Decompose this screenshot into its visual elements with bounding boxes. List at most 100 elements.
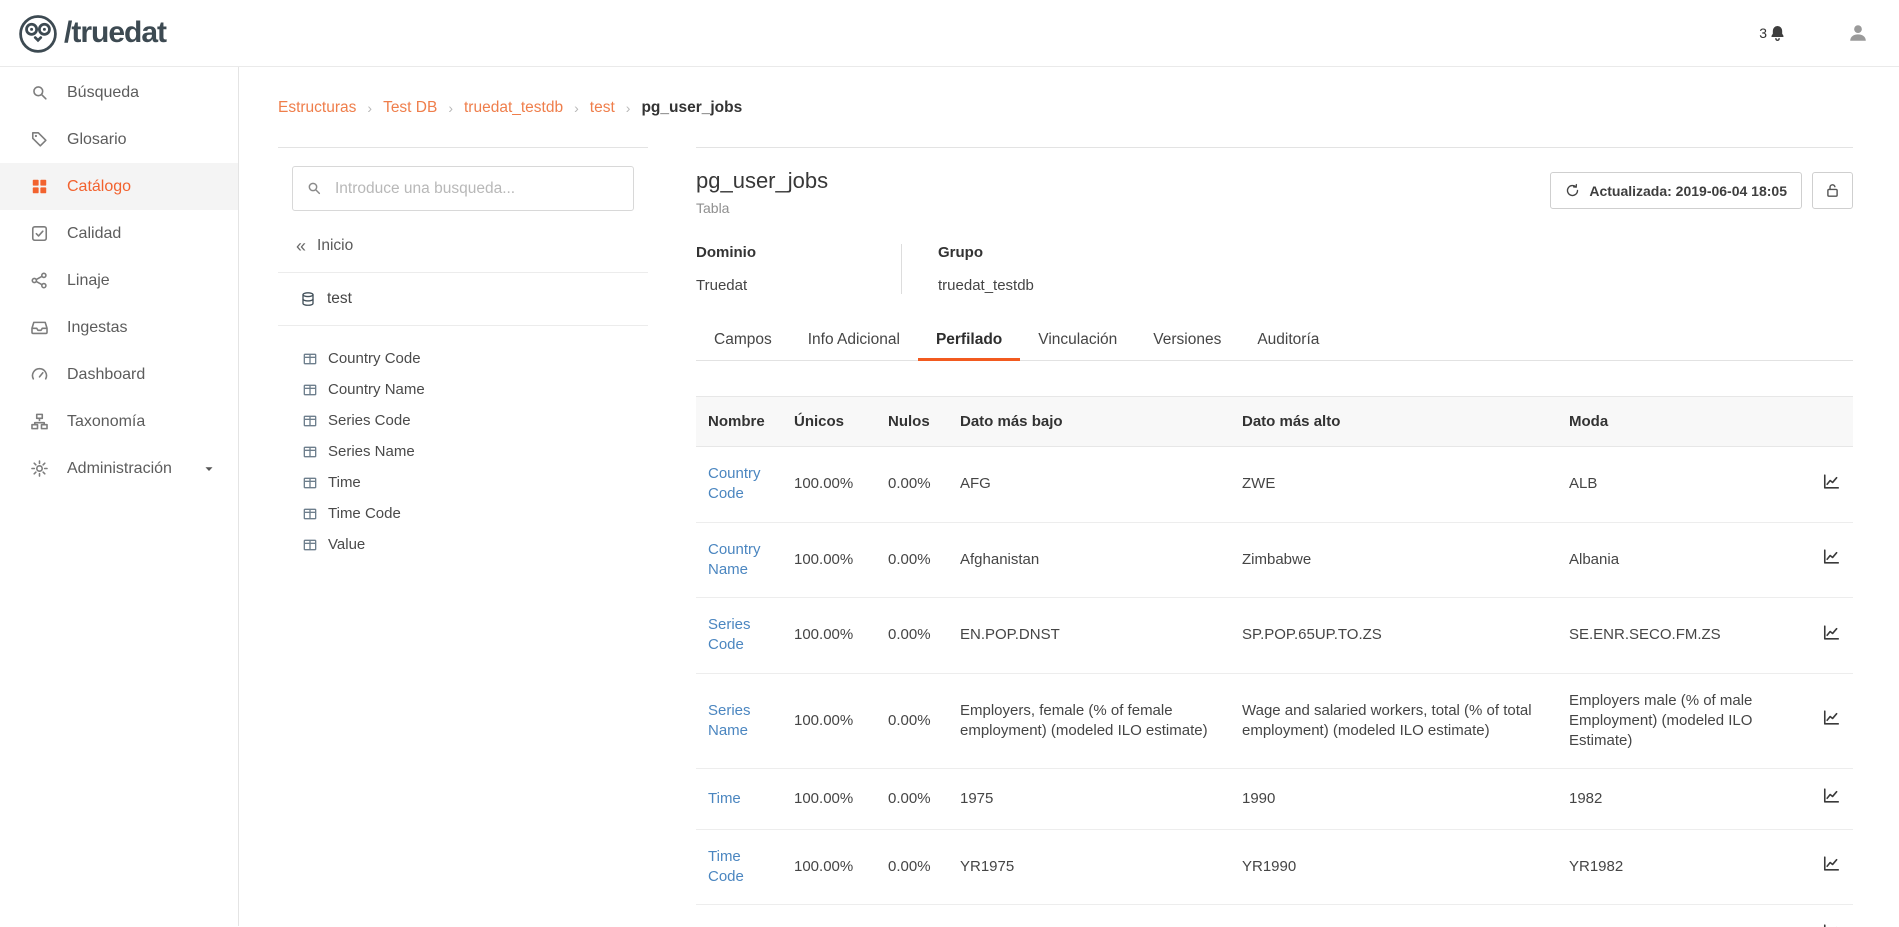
unique-pct: 67.47% <box>782 905 876 927</box>
field-link[interactable]: Time <box>708 790 741 807</box>
field-item-series-code[interactable]: Series Code <box>292 405 634 436</box>
structure-search-input[interactable] <box>292 166 634 211</box>
chart-line-icon[interactable] <box>1822 854 1841 873</box>
home-link-label: Inicio <box>317 237 353 255</box>
breadcrumb-link-estructuras[interactable]: Estructuras <box>278 99 356 117</box>
breadcrumb-link-test[interactable]: test <box>590 99 615 117</box>
chart-line-icon[interactable] <box>1822 623 1841 642</box>
column-header-nombre: Nombre <box>696 397 782 447</box>
unique-pct: 100.00% <box>782 447 876 523</box>
column-header-nulos: Nulos <box>876 397 948 447</box>
field-link[interactable]: Time Code <box>708 848 744 885</box>
sidebar-item-label: Administración <box>67 460 172 478</box>
lock-button[interactable] <box>1812 172 1853 209</box>
sidebar-item-calidad[interactable]: Calidad <box>0 210 238 257</box>
table-row: Country Name 100.00% 0.00% Afghanistan Z… <box>696 522 1853 598</box>
breadcrumb-separator: › <box>626 100 631 116</box>
unique-pct: 100.00% <box>782 598 876 674</box>
tab-info-adicional[interactable]: Info Adicional <box>790 320 918 360</box>
database-icon <box>300 291 316 307</box>
sidebar-item-label: Calidad <box>67 225 121 243</box>
notification-count: 3 <box>1759 25 1767 41</box>
field-item-time-code[interactable]: Time Code <box>292 498 634 529</box>
column-header-unicos: Únicos <box>782 397 876 447</box>
chart-line-icon[interactable] <box>1822 547 1841 566</box>
sidebar-item-label: Dashboard <box>67 366 145 384</box>
sidebar-item-glosario[interactable]: Glosario <box>0 116 238 163</box>
breadcrumb-link-testdb[interactable]: Test DB <box>383 99 437 117</box>
chart-line-icon[interactable] <box>1822 708 1841 727</box>
refresh-updated-button[interactable]: Actualizada: 2019-06-04 18:05 <box>1550 172 1802 209</box>
page-title: pg_user_jobs <box>696 168 828 194</box>
table-row: Time Code 100.00% 0.00% YR1975 YR1990 YR… <box>696 829 1853 905</box>
table-columns-icon <box>302 413 318 429</box>
sidebar-item-ingestas[interactable]: Ingestas <box>0 304 238 351</box>
field-item-value[interactable]: Value <box>292 529 634 560</box>
field-list: Country Code Country Name Series Code Se… <box>292 343 634 580</box>
sidebar-item-label: Búsqueda <box>67 84 139 102</box>
table-row: Country Code 100.00% 0.00% AFG ZWE ALB <box>696 447 1853 523</box>
share-nodes-icon <box>30 271 49 290</box>
field-item-series-name[interactable]: Series Name <box>292 436 634 467</box>
field-item-country-name[interactable]: Country Name <box>292 374 634 405</box>
check-square-icon <box>30 224 49 243</box>
breadcrumb-link-truedat-testdb[interactable]: truedat_testdb <box>464 99 563 117</box>
mode-value: Employers male (% of male Employment) (m… <box>1557 673 1809 769</box>
tab-campos[interactable]: Campos <box>696 320 790 360</box>
browser-home-link[interactable]: « Inicio <box>292 237 634 255</box>
highest-value: 1990 <box>1230 769 1557 829</box>
nulls-pct: 0.00% <box>876 522 948 598</box>
tab-vinculacion[interactable]: Vinculación <box>1020 320 1135 360</box>
sidebar-item-catalogo[interactable]: Catálogo <box>0 163 238 210</box>
highest-value: YR1990 <box>1230 829 1557 905</box>
lowest-value: Afghanistan <box>948 522 1230 598</box>
field-item-country-code[interactable]: Country Code <box>292 343 634 374</box>
meta-section: Dominio Truedat Grupo truedat_testdb <box>696 244 1853 294</box>
profile-table: Nombre Únicos Nulos Dato más bajo Dato m… <box>696 396 1853 927</box>
field-link[interactable]: Series Code <box>708 616 751 653</box>
sidebar: Búsqueda Glosario Catálogo Calidad <box>0 67 239 926</box>
table-columns-icon <box>302 506 318 522</box>
table-row: Series Code 100.00% 0.00% EN.POP.DNST SP… <box>696 598 1853 674</box>
field-link[interactable]: Series Name <box>708 702 751 739</box>
gear-icon <box>30 459 49 478</box>
tab-perfilado[interactable]: Perfilado <box>918 320 1020 360</box>
notifications-button[interactable]: 3 <box>1759 24 1787 43</box>
user-menu-button[interactable] <box>1847 22 1869 44</box>
sidebar-item-linaje[interactable]: Linaje <box>0 257 238 304</box>
breadcrumb-current: pg_user_jobs <box>641 99 742 117</box>
lowest-value: Employers, female (% of female employmen… <box>948 673 1230 769</box>
column-header-actions <box>1809 397 1853 447</box>
lowest-value: 1975 <box>948 769 1230 829</box>
table-columns-icon <box>302 382 318 398</box>
tab-auditoria[interactable]: Auditoría <box>1239 320 1337 360</box>
field-link[interactable]: Country Code <box>708 465 761 502</box>
group-label: Grupo <box>938 244 1034 261</box>
field-item-time[interactable]: Time <box>292 467 634 498</box>
sidebar-item-label: Taxonomía <box>67 413 145 431</box>
highest-value: Zimbabwe <box>1230 522 1557 598</box>
nulls-pct: 0.00% <box>876 673 948 769</box>
tab-versiones[interactable]: Versiones <box>1135 320 1239 360</box>
chart-line-icon[interactable] <box>1822 786 1841 805</box>
sidebar-item-dashboard[interactable]: Dashboard <box>0 351 238 398</box>
field-item-label: Time <box>328 474 361 491</box>
field-item-label: Series Code <box>328 412 411 429</box>
field-link[interactable]: Country Name <box>708 541 761 578</box>
field-item-label: Time Code <box>328 505 401 522</box>
search-icon <box>306 180 322 196</box>
structure-type-label: Tabla <box>696 200 828 216</box>
column-header-dato-mas-bajo: Dato más bajo <box>948 397 1230 447</box>
sidebar-item-administracion[interactable]: Administración <box>0 445 238 492</box>
chart-line-icon[interactable] <box>1822 472 1841 491</box>
table-columns-icon <box>302 537 318 553</box>
group-value: truedat_testdb <box>938 277 1034 294</box>
truedat-logo[interactable]: /truedat <box>16 11 166 55</box>
chart-line-icon[interactable] <box>1822 922 1841 927</box>
sidebar-item-taxonomia[interactable]: Taxonomía <box>0 398 238 445</box>
sidebar-item-busqueda[interactable]: Búsqueda <box>0 69 238 116</box>
user-icon <box>1847 22 1869 44</box>
browser-root-item-test[interactable]: test <box>292 290 634 308</box>
sitemap-icon <box>30 412 49 431</box>
table-columns-icon <box>302 444 318 460</box>
